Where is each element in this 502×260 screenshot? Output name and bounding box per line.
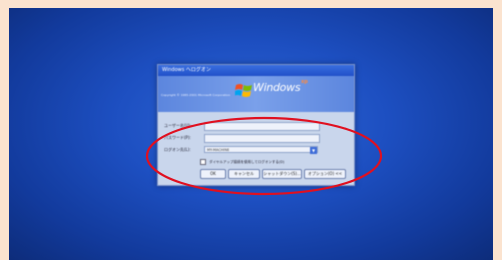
dialup-checkbox-row[interactable]: ダイヤルアップ接続を使用してログオンする(D) (200, 159, 284, 165)
shutdown-button[interactable]: シャットダウン(S)... (262, 169, 302, 179)
password-label: パスワード(P): (164, 135, 191, 140)
dialog-title: Windows へログオン (158, 65, 354, 76)
cancel-button[interactable]: キャンセル (228, 169, 260, 179)
options-button[interactable]: オプション(O) << (304, 169, 346, 179)
login-dialog: Windows へログオン Windows xp Copyright © 198… (157, 64, 355, 186)
ok-button[interactable]: OK (200, 169, 226, 179)
edition-mark: xp (301, 79, 308, 85)
username-field[interactable] (204, 122, 320, 131)
domain-value: MY-MACHINE (207, 148, 230, 152)
domain-select[interactable]: MY-MACHINE ▼ (204, 146, 318, 154)
chevron-down-icon[interactable]: ▼ (310, 147, 317, 154)
dialup-checkbox-label: ダイヤルアップ接続を使用してログオンする(D) (209, 160, 285, 164)
copyright-text: Copyright © 1985-2001 Microsoft Corporat… (161, 93, 231, 97)
windows-wordmark: Windows (253, 81, 301, 94)
windows-logo-icon (235, 84, 252, 97)
username-label: ユーザー名(U): (164, 123, 192, 128)
domain-label: ログオン先(L): (164, 147, 191, 152)
password-field[interactable] (204, 134, 320, 143)
dialup-checkbox[interactable] (200, 159, 206, 165)
